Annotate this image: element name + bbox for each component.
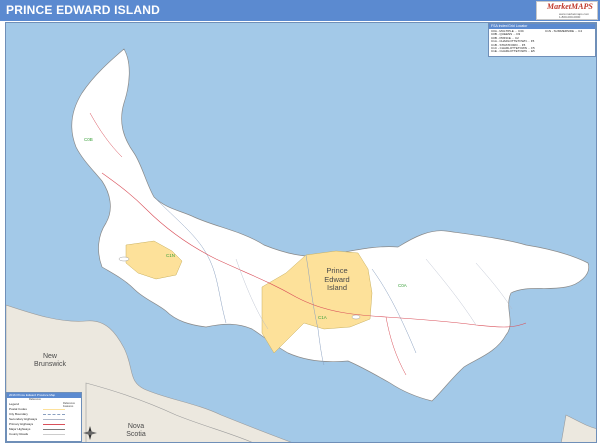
legend-subtitle: Reference bbox=[29, 398, 41, 401]
new-brunswick-label: New Brunswick bbox=[28, 353, 72, 369]
logo-name: MarketMAPS bbox=[547, 2, 593, 11]
fsa-label-c1n: C1N bbox=[166, 253, 176, 258]
new-brunswick-label-line-1: New bbox=[42, 353, 57, 360]
map-title: PRINCE EDWARD ISLAND bbox=[6, 3, 161, 17]
nova-scotia-label-line-2: Scotia bbox=[126, 431, 146, 438]
fsa-index-col-1: C0A - MULTIPLE ... C3C C0B - QUEENS ... … bbox=[491, 29, 535, 54]
legend-symbol-postal bbox=[43, 409, 65, 410]
map-legend: 2016 Prince Edward Province Map Referenc… bbox=[6, 392, 82, 442]
nova-scotia-label: Nova Scotia bbox=[118, 423, 154, 439]
legend-symbol-city bbox=[43, 414, 65, 415]
new-brunswick-label-line-2: Brunswick bbox=[34, 361, 66, 368]
legend-row: City Boundary bbox=[9, 412, 28, 416]
province-label-line-3: Island bbox=[326, 283, 347, 292]
map-canvas[interactable]: Prince Edward Island New Brunswick Nova … bbox=[5, 22, 597, 443]
nova-scotia-label-line-1: Nova bbox=[127, 423, 145, 430]
legend-row: County Roads bbox=[9, 432, 29, 436]
small-island bbox=[351, 314, 361, 320]
legend-title: 2016 Prince Edward Province Map bbox=[7, 393, 81, 398]
legend-symbol-county bbox=[43, 434, 65, 435]
fsa-label-c0a: C0A bbox=[398, 283, 407, 288]
legend-row: Primary Highways bbox=[9, 422, 34, 426]
fsa-index-box: FSA Index/Grid Locator C0A - MULTIPLE ..… bbox=[488, 23, 596, 57]
legend-row: Postal Codes bbox=[9, 407, 27, 411]
fsa-index-row: C1E - CHARLOTTETOWN ... E5 bbox=[491, 49, 535, 54]
map-svg bbox=[6, 23, 596, 442]
map-header: PRINCE EDWARD ISLAND MarketMAPS www.mark… bbox=[0, 0, 600, 21]
fsa-label-c0b: C0B bbox=[84, 137, 93, 142]
province-label: Prince Edward Island bbox=[314, 266, 360, 293]
small-island bbox=[118, 256, 130, 262]
legend-right-title: Reference Features bbox=[63, 402, 75, 408]
legend-row: Legend bbox=[9, 402, 20, 406]
logo-line-2: 1-800-000-0000 bbox=[559, 15, 581, 19]
legend-symbol-primary bbox=[43, 424, 65, 425]
legend-row: Secondary Highways bbox=[9, 417, 38, 421]
fsa-index-row: C1N - SUMMERSIDE ... C4 bbox=[545, 29, 583, 33]
publisher-logo[interactable]: MarketMAPS www.marketmaps.com 1-800-000-… bbox=[536, 1, 598, 20]
legend-symbol-major bbox=[43, 429, 65, 430]
fsa-label-c1a: C1A bbox=[318, 315, 327, 320]
fsa-index-col-2: C1N - SUMMERSIDE ... C4 bbox=[545, 29, 583, 33]
legend-row: Major Highways bbox=[9, 427, 31, 431]
legend-symbol-secondary bbox=[43, 419, 65, 420]
